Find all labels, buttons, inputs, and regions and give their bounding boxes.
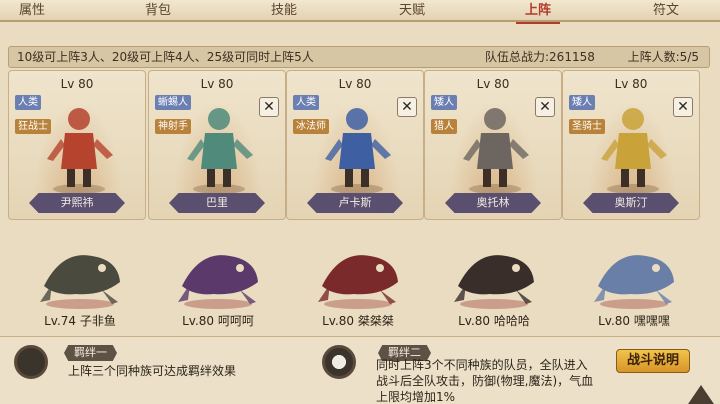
pet-portrait [594,255,674,309]
hero-name: 巴里 [169,193,265,213]
hero-level: Lv 80 [200,77,234,91]
pet-slot[interactable]: Lv.80 嘿嘿嘿 [566,226,702,334]
tab-runes[interactable]: 符文 [636,0,696,22]
pet-portrait [178,255,258,309]
hero-card[interactable]: Lv 80 矮人 圣骑士 奥斯汀 ✕ [562,70,700,220]
hero-race-tag: 矮人 [431,95,457,110]
tab-attributes[interactable]: 属性 [2,0,62,22]
remove-hero-close-icon[interactable]: ✕ [673,97,693,117]
hero-name: 奥托林 [445,193,541,213]
pet-label: Lv.80 嘿嘿嘿 [598,314,670,328]
pet-slot[interactable]: Lv.80 呵呵呵 [150,226,286,334]
bond-two-description-line3: 上限均增加1% [376,390,456,404]
corner-arrow-icon[interactable] [686,385,716,404]
hero-portrait [325,108,391,194]
remove-hero-close-icon[interactable]: ✕ [259,97,279,117]
hero-level: Lv 80 [60,77,94,91]
lineup-rule-text: 10级可上阵3人、20级可上阵4人、25级可同时上阵5人 [17,50,314,64]
lineup-info-bar: 10级可上阵3人、20级可上阵4人、25级可同时上阵5人 队伍总战力:26115… [8,46,710,68]
pet-label: Lv.80 呵呵呵 [182,314,254,328]
hero-level: Lv 80 [476,77,510,91]
hero-class-tag: 猎人 [431,119,457,134]
tab-lineup[interactable]: 上阵 [508,0,568,24]
pet-label: Lv.80 哈哈哈 [458,314,530,328]
hero-card[interactable]: Lv 80 矮人 猎人 奥托林 ✕ [424,70,562,220]
hero-portrait [47,108,113,194]
tab-skills[interactable]: 技能 [254,0,314,22]
bond-two-description-line1: 同时上阵3个不同种族的队员，全队进入 [376,358,588,372]
tab-backpack[interactable]: 背包 [128,0,188,22]
bond-two-icon [322,345,356,379]
hero-card[interactable]: Lv 80 蜥蜴人 神射手 巴里 ✕ [148,70,286,220]
tab-talents[interactable]: 天赋 [382,0,442,22]
team-power: 队伍总战力:261158 [485,50,595,64]
hero-name: 卢卡斯 [307,193,403,213]
lineup-count: 上阵人数:5/5 [627,50,699,64]
hero-level: Lv 80 [614,77,648,91]
hero-portrait [601,108,667,194]
bond-one-icon [14,345,48,379]
pet-slot[interactable]: Lv.80 桀桀桀 [290,226,426,334]
hero-portrait [187,108,253,194]
hero-card[interactable]: Lv 80 人类 狂战士 尹熙祎 [8,70,146,220]
hero-race-tag: 矮人 [569,95,595,110]
pet-portrait [454,255,534,309]
pet-portrait [40,255,120,309]
bond-two-description-line2: 战斗后全队攻击，防御(物理,魔法)，气血 [376,374,594,388]
hero-race-tag: 人类 [293,95,319,110]
pet-slot[interactable]: Lv.80 哈哈哈 [426,226,562,334]
pet-label: Lv.74 子非鱼 [44,314,116,328]
remove-hero-close-icon[interactable]: ✕ [535,97,555,117]
hero-portrait [463,108,529,194]
bond-one-title: 羁绊一 [64,345,117,361]
pet-slot[interactable]: Lv.74 子非鱼 [12,226,148,334]
hero-card[interactable]: Lv 80 人类 冰法师 卢卡斯 ✕ [286,70,424,220]
bond-one-description: 上阵三个同种族可达成羁绊效果 [68,364,237,378]
pet-label: Lv.80 桀桀桀 [322,314,394,328]
pet-portrait [318,255,398,309]
hero-name: 尹熙祎 [29,193,125,213]
remove-hero-close-icon[interactable]: ✕ [397,97,417,117]
tab-bar: 属性 背包 技能 天赋 上阵 符文 [0,0,720,24]
hero-race-tag: 人类 [15,95,41,110]
hero-name: 奥斯汀 [583,193,679,213]
hero-level: Lv 80 [338,77,372,91]
battle-info-button[interactable]: 战斗说明 [616,349,690,373]
bond-panel: 羁绊一 上阵三个同种族可达成羁绊效果 羁绊二 同时上阵3个不同种族的队员，全队进… [0,336,720,404]
